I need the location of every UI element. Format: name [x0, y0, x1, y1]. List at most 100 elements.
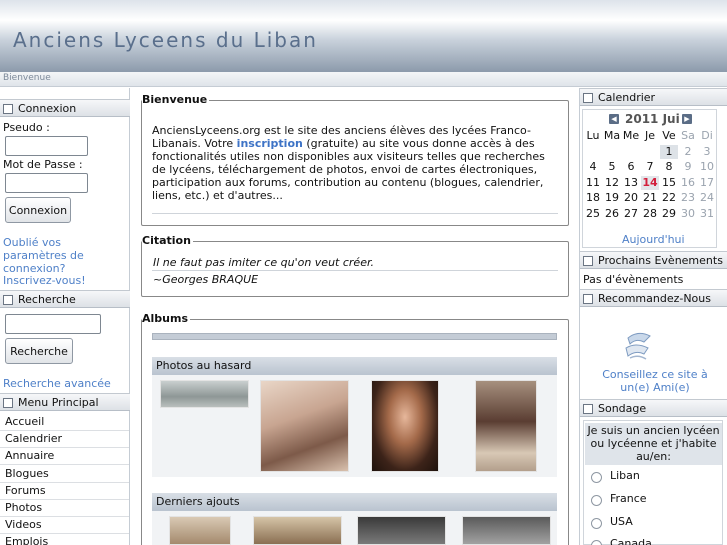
album-photo[interactable] [371, 380, 439, 472]
forgot-password-link[interactable]: Oublié vos paramètres de connexion? [3, 236, 128, 275]
calendar-day[interactable]: 5 [603, 160, 621, 174]
quote-fieldset: Citation [141, 234, 569, 297]
password-label: Mot de Passe : [3, 158, 83, 171]
welcome-legend: Bienvenue [142, 93, 210, 106]
handshake-icon[interactable] [624, 328, 654, 364]
menu-item-annuaire[interactable]: Annuaire [0, 448, 129, 465]
collapse-box-icon[interactable] [583, 93, 593, 103]
next-arrow-icon[interactable]: ▶ [682, 114, 692, 124]
album-photo[interactable] [260, 380, 349, 472]
main-menu-heading: Menu Principal [0, 393, 130, 411]
menu-item-calendrier[interactable]: Calendrier [0, 431, 129, 448]
poll-radio[interactable] [591, 518, 602, 529]
calendar-day[interactable]: 28 [641, 207, 659, 221]
calendar-day[interactable]: 30 [679, 207, 697, 221]
calendar-today-link[interactable]: Aujourd'hui [622, 233, 685, 246]
collapse-box-icon[interactable] [583, 404, 593, 414]
calendar-weekday: Di [701, 129, 713, 142]
latest-photos-heading: Derniers ajouts [152, 493, 557, 511]
search-input[interactable] [5, 314, 101, 334]
welcome-divider [152, 213, 558, 214]
calendar-day[interactable]: 12 [603, 176, 621, 190]
inscription-link[interactable]: inscription [237, 137, 303, 150]
breadcrumb-bar: Bienvenue [0, 72, 727, 87]
menu-item-emplois[interactable]: Emplois [0, 534, 129, 545]
calendar-weekday: Sa [681, 129, 695, 142]
calendar-day[interactable]: 16 [679, 176, 697, 190]
albums-legend: Albums [142, 312, 190, 325]
calendar-day[interactable]: 6 [622, 160, 640, 174]
menu-item-forums[interactable]: Forums [0, 483, 129, 500]
calendar-day[interactable]: 4 [584, 160, 602, 174]
calendar-weekday: Je [644, 129, 655, 142]
calendar-day[interactable]: 25 [584, 207, 602, 221]
search-heading: Recherche [0, 290, 130, 308]
calendar-day[interactable]: 15 [660, 176, 678, 190]
collapse-box-icon[interactable] [3, 398, 13, 408]
album-photo[interactable] [169, 516, 231, 545]
site-title[interactable]: Anciens Lyceens du Liban [13, 28, 318, 52]
collapse-box-icon[interactable] [583, 256, 593, 266]
menu-item-photos[interactable]: Photos [0, 500, 129, 517]
quote-text: Il ne faut pas imiter ce qu'on veut crée… [153, 256, 374, 269]
poll-radio[interactable] [591, 472, 602, 483]
calendar-day[interactable]: 17 [698, 176, 716, 190]
search-button[interactable]: Recherche [5, 338, 73, 364]
calendar-day[interactable]: 8 [660, 160, 678, 174]
advanced-search-link[interactable]: Recherche avancée [3, 377, 111, 390]
calendar-weekday: Me [622, 129, 640, 142]
albums-top-strip [152, 333, 557, 340]
menu-item-videos[interactable]: Videos [0, 517, 129, 534]
calendar-day[interactable]: 11 [584, 176, 602, 190]
calendar-day[interactable]: 3 [698, 145, 716, 159]
album-photo[interactable] [475, 380, 537, 472]
calendar-day[interactable]: 22 [660, 191, 678, 205]
prev-arrow-icon[interactable]: ◀ [609, 114, 619, 124]
calendar-day[interactable]: 13 [622, 176, 640, 190]
calendar-day[interactable]: 7 [641, 160, 659, 174]
album-photo[interactable] [160, 380, 249, 408]
calendar-day[interactable]: 26 [603, 207, 621, 221]
recommend-link[interactable]: Conseillez ce site à un(e) Ami(e) [586, 368, 724, 394]
album-photo[interactable] [253, 516, 342, 545]
calendar-heading: Calendrier [580, 88, 727, 106]
calendar-day[interactable]: 27 [622, 207, 640, 221]
menu-item-blogues[interactable]: Blogues [0, 466, 129, 483]
calendar-day[interactable]: 23 [679, 191, 697, 205]
poll-question: Je suis un ancien lycéen ou lycéenne et … [585, 423, 722, 465]
quote-divider [152, 270, 558, 271]
calendar-day[interactable]: 18 [584, 191, 602, 205]
password-input[interactable] [5, 173, 88, 193]
calendar-day[interactable]: 1 [660, 144, 678, 159]
calendar-day[interactable]: 21 [641, 191, 659, 205]
calendar-day[interactable]: 10 [698, 160, 716, 174]
calendar-weekday: Lu [586, 129, 600, 142]
login-heading: Connexion [0, 99, 130, 117]
calendar-day[interactable]: 20 [622, 191, 640, 205]
calendar-day[interactable]: 31 [698, 207, 716, 221]
calendar-day[interactable]: 19 [603, 191, 621, 205]
calendar-day[interactable]: 14 [641, 175, 659, 190]
poll-option: USA [610, 515, 633, 528]
username-label: Pseudo : [3, 121, 50, 134]
register-link[interactable]: Inscrivez-vous! [3, 274, 86, 287]
collapse-box-icon[interactable] [3, 295, 13, 305]
calendar-month: 2011 Jui [625, 112, 680, 126]
collapse-box-icon[interactable] [3, 104, 13, 114]
events-heading: Prochains Evènements [580, 251, 727, 269]
recommend-heading: Recommandez-Nous [580, 289, 727, 307]
login-button[interactable]: Connexion [5, 197, 71, 223]
calendar-day[interactable]: 24 [698, 191, 716, 205]
poll-heading: Sondage [580, 399, 727, 417]
calendar-weekday: Ma [603, 129, 621, 142]
menu-item-accueil[interactable]: Accueil [0, 414, 129, 431]
poll-radio[interactable] [591, 540, 602, 545]
collapse-box-icon[interactable] [583, 294, 593, 304]
album-photo[interactable] [357, 516, 446, 545]
poll-radio[interactable] [591, 495, 602, 506]
username-input[interactable] [5, 136, 88, 156]
calendar-day[interactable]: 2 [679, 145, 697, 159]
calendar-day[interactable]: 9 [679, 160, 697, 174]
album-photo[interactable] [462, 516, 551, 545]
calendar-day[interactable]: 29 [660, 207, 678, 221]
